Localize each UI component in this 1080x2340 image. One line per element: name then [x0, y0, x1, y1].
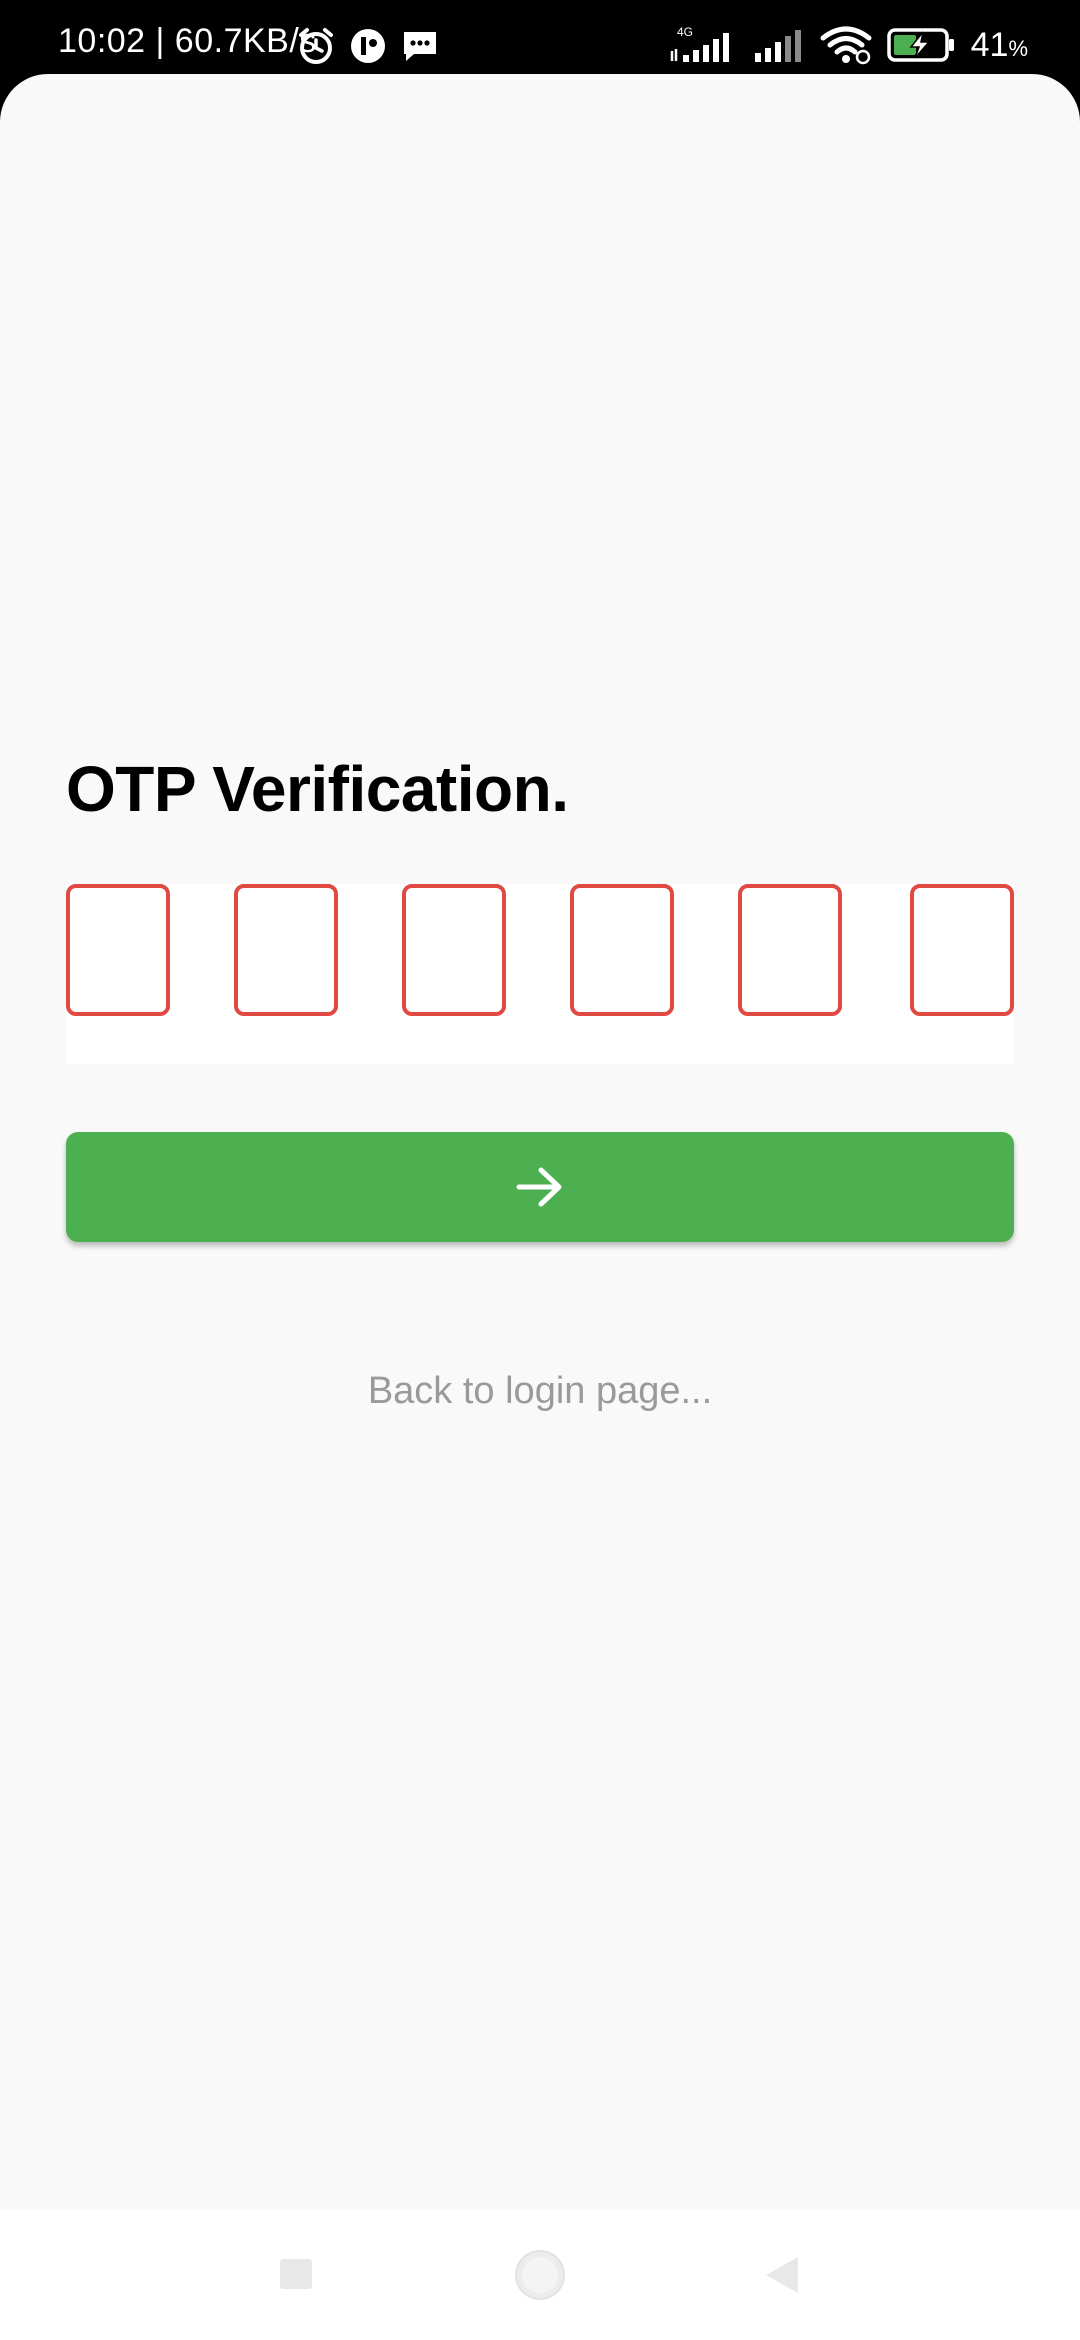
- submit-otp-button[interactable]: [66, 1132, 1014, 1242]
- back-icon: [766, 2257, 798, 2293]
- signal-icon: [754, 30, 801, 62]
- otp-digit-input-2[interactable]: [234, 884, 338, 1016]
- status-system-icons: 4G 41%: [669, 22, 1028, 68]
- app-notification-icon: [351, 29, 385, 63]
- battery-charging-icon: [886, 28, 954, 62]
- otp-digit-input-1[interactable]: [66, 884, 170, 1016]
- page-title: OTP Verification.: [66, 753, 569, 825]
- alarm-icon: [299, 28, 333, 64]
- otp-digit-input-5[interactable]: [738, 884, 842, 1016]
- nav-home-button[interactable]: [480, 2210, 600, 2340]
- otp-digit-input-3[interactable]: [402, 884, 506, 1016]
- recents-icon: [280, 2259, 312, 2289]
- navigation-bar: [0, 2210, 1080, 2340]
- signal-4g-icon: 4G: [670, 25, 729, 62]
- nav-back-button[interactable]: [722, 2210, 842, 2340]
- otp-digit-input-4[interactable]: [570, 884, 674, 1016]
- network-type-label: 4G: [677, 25, 693, 39]
- status-time-and-speed: 10:02 | 60.7KB/s: [58, 22, 317, 60]
- back-to-login-link[interactable]: Back to login page...: [0, 1370, 1080, 1413]
- message-icon: [404, 32, 436, 61]
- arrow-right-icon: [516, 1167, 562, 1207]
- wifi-icon: [820, 26, 872, 65]
- nav-recents-button[interactable]: [236, 2210, 356, 2340]
- status-notification-icons: [296, 24, 440, 68]
- otp-digit-input-6[interactable]: [910, 884, 1014, 1016]
- home-icon: [515, 2250, 565, 2300]
- battery-percentage: 41%: [970, 25, 1028, 64]
- otp-input-group: [66, 884, 1014, 1064]
